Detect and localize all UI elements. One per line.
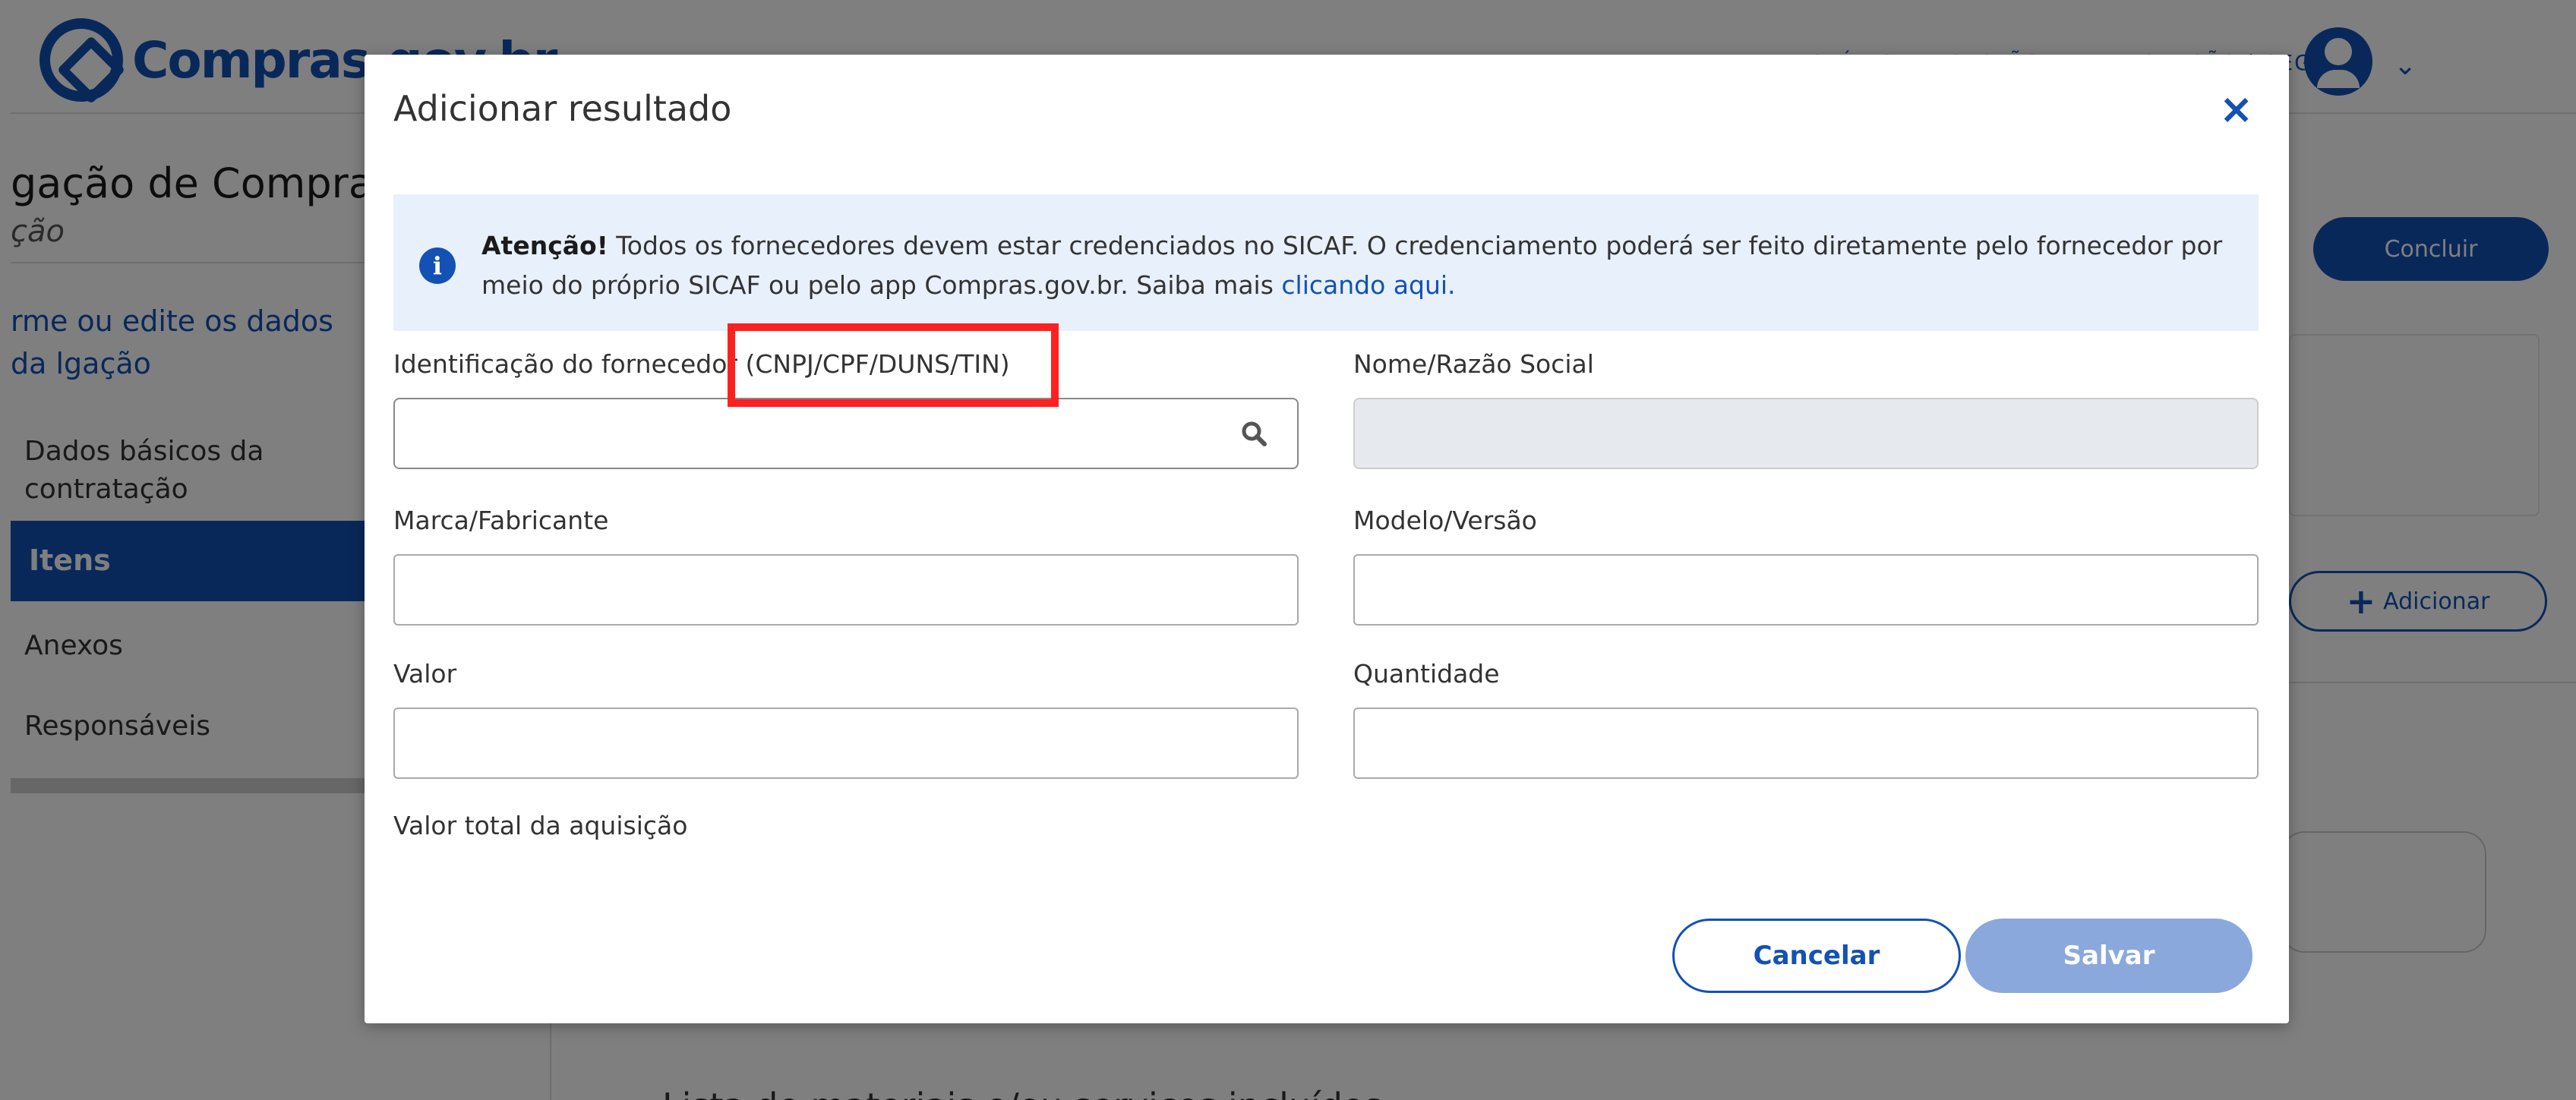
razao-social-field: [1353, 398, 2259, 469]
quantidade-field[interactable]: [1353, 708, 2259, 779]
annotation-highlight: [728, 323, 1059, 407]
modelo-input[interactable]: [1355, 556, 2257, 624]
marca-input[interactable]: [395, 556, 1297, 624]
razao-social-label: Nome/Razão Social: [1353, 349, 1594, 379]
marca-field[interactable]: [393, 554, 1299, 626]
alert-text: Atenção! Todos os fornecedores devem est…: [481, 226, 2236, 305]
razao-social-input: [1355, 399, 2257, 468]
close-icon[interactable]: ×: [2219, 85, 2253, 133]
add-result-modal: Adicionar resultado × i Atenção! Todos o…: [365, 55, 2289, 1023]
valor-label: Valor: [393, 659, 457, 689]
cancel-button[interactable]: Cancelar: [1672, 919, 1961, 993]
valor-total-label: Valor total da aquisição: [393, 811, 688, 840]
quantidade-label: Quantidade: [1353, 659, 1500, 689]
marca-label: Marca/Fabricante: [393, 506, 609, 535]
alert-link[interactable]: clicando aqui.: [1281, 270, 1455, 300]
valor-input[interactable]: [395, 709, 1297, 777]
modelo-label: Modelo/Versão: [1353, 506, 1537, 535]
valor-field[interactable]: [393, 708, 1299, 779]
fornecedor-input[interactable]: [395, 399, 1297, 468]
info-icon: i: [419, 247, 456, 284]
search-icon[interactable]: [1241, 421, 1267, 446]
alert-bold: Atenção!: [481, 231, 608, 260]
quantidade-input[interactable]: [1355, 709, 2257, 777]
alert-message: i Atenção! Todos os fornecedores devem e…: [393, 194, 2259, 331]
fornecedor-field[interactable]: [393, 398, 1299, 469]
modelo-field[interactable]: [1353, 554, 2259, 626]
save-button[interactable]: Salvar: [1965, 919, 2252, 993]
modal-title: Adicionar resultado: [393, 88, 732, 129]
